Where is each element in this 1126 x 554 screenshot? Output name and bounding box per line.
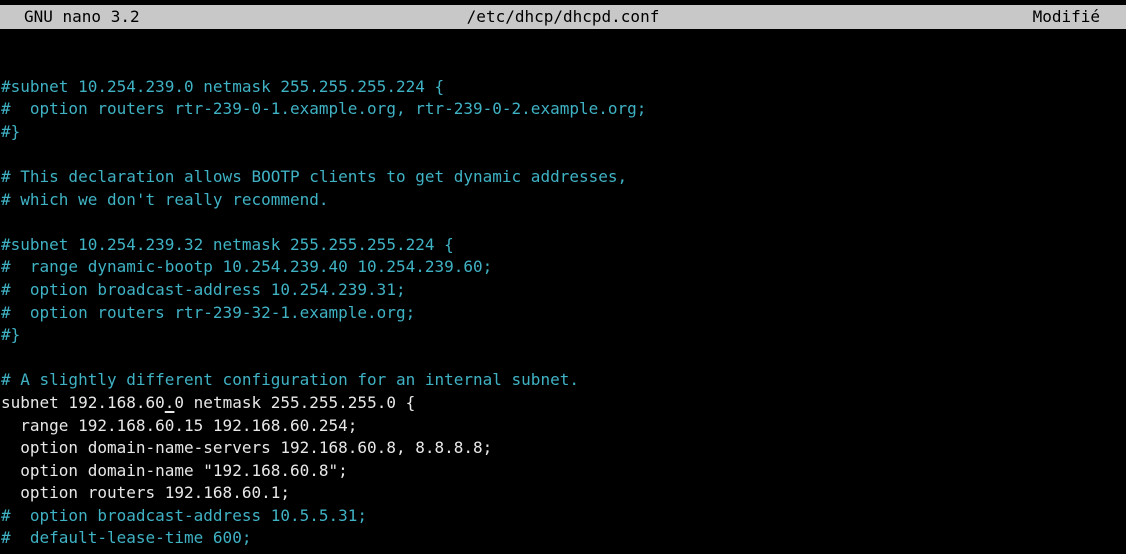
editor-line[interactable]: #} <box>0 324 1126 347</box>
editor-line[interactable]: range 192.168.60.15 192.168.60.254; <box>0 415 1126 438</box>
editor-line[interactable]: subnet 192.168.60.0 netmask 255.255.255.… <box>0 392 1126 415</box>
text-cursor: . <box>164 392 175 412</box>
editor-line[interactable]: #subnet 10.254.239.32 netmask 255.255.25… <box>0 234 1126 257</box>
editor-line[interactable]: option domain-name "192.168.60.8"; <box>0 460 1126 483</box>
file-path: /etc/dhcp/dhcpd.conf <box>466 7 660 26</box>
editor-line[interactable] <box>0 211 1126 234</box>
editor-line[interactable] <box>0 347 1126 370</box>
editor-line[interactable]: option domain-name-servers 192.168.60.8,… <box>0 437 1126 460</box>
editor-line[interactable]: # option broadcast-address 10.5.5.31; <box>0 505 1126 528</box>
editor-line[interactable] <box>0 53 1126 76</box>
nano-title-bar: GNU nano 3.2 /etc/dhcp/dhcpd.conf Modifi… <box>0 5 1126 29</box>
editor-line[interactable]: #} <box>0 121 1126 144</box>
editor-line[interactable]: # option broadcast-address 10.254.239.31… <box>0 279 1126 302</box>
editor-line[interactable]: # range dynamic-bootp 10.254.239.40 10.2… <box>0 256 1126 279</box>
editor-line[interactable]: option routers 192.168.60.1; <box>0 482 1126 505</box>
editor-line[interactable]: # default-lease-time 600; <box>0 527 1126 550</box>
editor-buffer[interactable]: #subnet 10.254.239.0 netmask 255.255.255… <box>0 53 1126 554</box>
nano-terminal: GNU nano 3.2 /etc/dhcp/dhcpd.conf Modifi… <box>0 0 1126 554</box>
editor-line[interactable] <box>0 143 1126 166</box>
editor-line[interactable]: # option routers rtr-239-0-1.example.org… <box>0 98 1126 121</box>
editor-line[interactable]: # This declaration allows BOOTP clients … <box>0 166 1126 189</box>
editor-line[interactable]: #subnet 10.254.239.0 netmask 255.255.255… <box>0 76 1126 99</box>
editor-line[interactable]: # A slightly different configuration for… <box>0 369 1126 392</box>
editor-line[interactable]: # option routers rtr-239-32-1.example.or… <box>0 302 1126 325</box>
editor-line[interactable]: # which we don't really recommend. <box>0 189 1126 212</box>
modified-status: Modifié <box>1032 7 1100 26</box>
